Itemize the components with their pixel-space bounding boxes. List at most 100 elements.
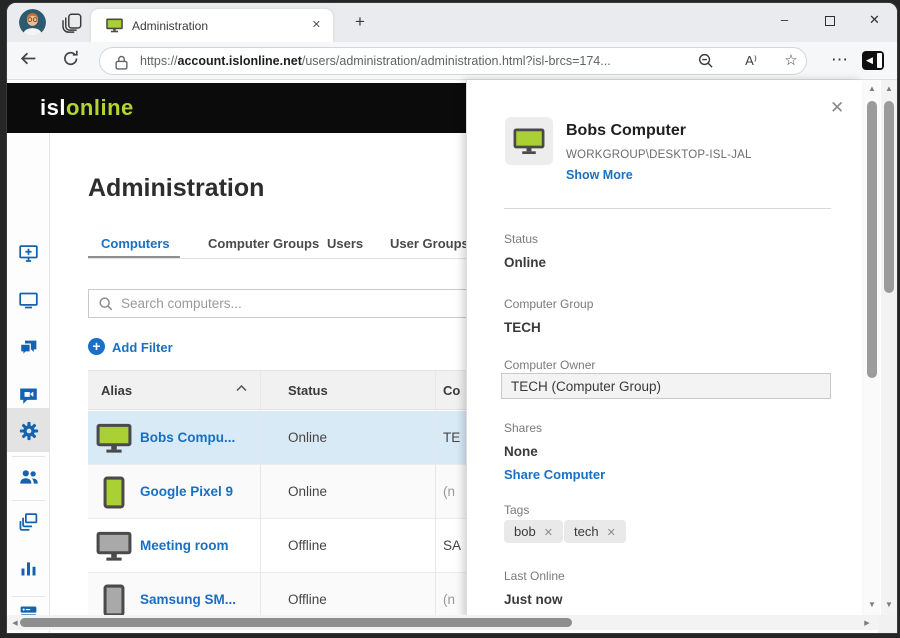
tag-text: tech bbox=[574, 524, 599, 539]
url-text[interactable]: https://account.islonline.net/users/admi… bbox=[140, 54, 690, 68]
scroll-down-icon[interactable]: ▼ bbox=[864, 600, 880, 609]
show-more-link[interactable]: Show More bbox=[566, 168, 633, 182]
sidebar-item-users[interactable] bbox=[18, 466, 39, 487]
status-cell: Offline bbox=[288, 538, 327, 553]
tag-chip-bob[interactable]: bob ✕ bbox=[504, 520, 563, 543]
computer-link[interactable]: Bobs Compu... bbox=[140, 430, 235, 445]
scroll-up-icon[interactable]: ▲ bbox=[864, 84, 880, 93]
status-label: Status bbox=[504, 232, 538, 246]
window-minimize-button[interactable]: – bbox=[762, 3, 807, 39]
page-content: islonline bbox=[7, 80, 897, 633]
page-title: Administration bbox=[88, 174, 264, 203]
sidebar-item-sessions[interactable] bbox=[18, 511, 39, 532]
read-aloud-icon[interactable]: A⁾ bbox=[741, 53, 761, 71]
search-input[interactable] bbox=[121, 290, 471, 317]
browser-window: Administration ✕ + – ✕ https://account.i… bbox=[7, 3, 897, 633]
status-cell: Online bbox=[288, 484, 327, 499]
tag-chip-tech[interactable]: tech ✕ bbox=[564, 520, 626, 543]
status-cell: Online bbox=[288, 430, 327, 445]
panel-scrollbar-thumb[interactable] bbox=[867, 101, 877, 378]
tag-remove-icon[interactable]: ✕ bbox=[544, 527, 553, 539]
logo-online: online bbox=[66, 95, 134, 120]
panel-title: Bobs Computer bbox=[566, 122, 686, 140]
scroll-down-icon[interactable]: ▼ bbox=[881, 600, 897, 609]
scroll-right-icon[interactable]: ▶ bbox=[859, 619, 875, 627]
horizontal-scrollbar-thumb[interactable] bbox=[20, 618, 572, 627]
address-bar[interactable]: https://account.islonline.net/users/admi… bbox=[99, 47, 807, 75]
panel-subtitle: WORKGROUP\DESKTOP-ISL-JAL bbox=[566, 149, 752, 161]
sidebar-toggle-strip bbox=[877, 53, 882, 68]
workspaces-icon[interactable] bbox=[61, 12, 83, 39]
shares-value: None bbox=[504, 444, 538, 459]
sidebar-item-settings[interactable] bbox=[18, 420, 39, 441]
page-scrollbar-thumb[interactable] bbox=[884, 101, 894, 293]
sort-asc-icon[interactable] bbox=[236, 385, 247, 392]
brand-header: islonline bbox=[7, 83, 466, 133]
scroll-up-icon[interactable]: ▲ bbox=[881, 84, 897, 93]
tab-computers[interactable]: Computers bbox=[101, 236, 170, 251]
column-separator bbox=[260, 370, 261, 615]
sidebar-item-add-computer[interactable] bbox=[18, 243, 39, 264]
column-header-group[interactable]: Co bbox=[443, 383, 460, 398]
computer-link[interactable]: Google Pixel 9 bbox=[140, 484, 233, 499]
group-cell: (n bbox=[443, 592, 455, 607]
sidebar-item-reports[interactable] bbox=[18, 558, 39, 579]
window-maximize-button[interactable] bbox=[807, 3, 852, 39]
last-online-value: Just now bbox=[504, 592, 563, 607]
new-tab-button[interactable]: + bbox=[348, 10, 372, 34]
islonline-logo: islonline bbox=[40, 95, 134, 121]
desktop-offline-icon bbox=[96, 531, 132, 562]
computer-owner-field[interactable] bbox=[501, 373, 831, 399]
last-online-label: Last Online bbox=[504, 569, 565, 583]
column-header-status[interactable]: Status bbox=[288, 383, 328, 398]
computer-detail-panel: ✕ Bobs Computer WORKGROUP\DESKTOP-ISL-JA… bbox=[466, 80, 862, 618]
tab-computer-groups[interactable]: Computer Groups bbox=[208, 236, 319, 251]
scrollbar-corner bbox=[878, 615, 897, 633]
profile-avatar[interactable] bbox=[19, 9, 46, 36]
computer-link[interactable]: Meeting room bbox=[140, 538, 229, 553]
panel-close-icon[interactable]: ✕ bbox=[830, 98, 844, 118]
favorite-star-icon[interactable]: ☆ bbox=[781, 51, 801, 69]
tab-close-icon[interactable]: ✕ bbox=[312, 18, 321, 31]
tab-strip: Administration ✕ + – ✕ bbox=[7, 3, 897, 42]
sidebar-item-computers[interactable] bbox=[18, 290, 39, 311]
sidebar-toggle-arrow: ◀ bbox=[866, 55, 873, 66]
lock-icon bbox=[115, 55, 128, 70]
group-cell: TE bbox=[443, 430, 460, 445]
tab-users[interactable]: Users bbox=[327, 236, 363, 251]
phone-online-icon bbox=[103, 476, 125, 509]
plus-circle-icon: + bbox=[88, 338, 105, 355]
share-computer-link[interactable]: Share Computer bbox=[504, 467, 605, 482]
column-separator bbox=[435, 370, 436, 615]
url-path: /users/administration/administration.htm… bbox=[302, 54, 611, 68]
sidebar-toggle-icon[interactable]: ◀ bbox=[862, 51, 884, 70]
tag-text: bob bbox=[514, 524, 536, 539]
computer-link[interactable]: Samsung SM... bbox=[140, 592, 236, 607]
zoom-out-icon[interactable] bbox=[695, 52, 715, 70]
tab-user-groups[interactable]: User Groups bbox=[390, 236, 469, 251]
computer-group-label: Computer Group bbox=[504, 297, 593, 311]
page-scrollbar[interactable]: ▲ ▼ bbox=[881, 80, 897, 633]
back-button[interactable] bbox=[19, 49, 43, 73]
horizontal-scrollbar[interactable]: ◀ ▶ bbox=[7, 615, 878, 630]
refresh-button[interactable] bbox=[62, 49, 86, 73]
add-filter-label: Add Filter bbox=[112, 340, 173, 355]
column-header-alias[interactable]: Alias bbox=[101, 383, 132, 398]
desktop-online-icon bbox=[96, 423, 132, 454]
tag-remove-icon[interactable]: ✕ bbox=[607, 527, 616, 539]
group-cell: SA bbox=[443, 538, 461, 553]
window-close-button[interactable]: ✕ bbox=[852, 3, 897, 39]
browser-toolbar: https://account.islonline.net/users/admi… bbox=[7, 42, 897, 80]
avatar-person-icon bbox=[19, 9, 46, 36]
search-computers-box bbox=[88, 289, 480, 318]
status-cell: Offline bbox=[288, 592, 327, 607]
sidebar-divider bbox=[12, 456, 45, 457]
tab-administration[interactable]: Administration ✕ bbox=[91, 9, 333, 42]
sidebar-item-video-chat[interactable] bbox=[18, 385, 39, 406]
settings-menu-icon[interactable]: ⋯ bbox=[831, 50, 849, 70]
panel-scrollbar[interactable]: ▲ ▼ bbox=[864, 80, 880, 615]
tabnav-border bbox=[88, 258, 466, 259]
panel-divider bbox=[504, 208, 831, 209]
sidebar-item-chat[interactable] bbox=[18, 338, 39, 359]
tab-title: Administration bbox=[132, 19, 208, 33]
